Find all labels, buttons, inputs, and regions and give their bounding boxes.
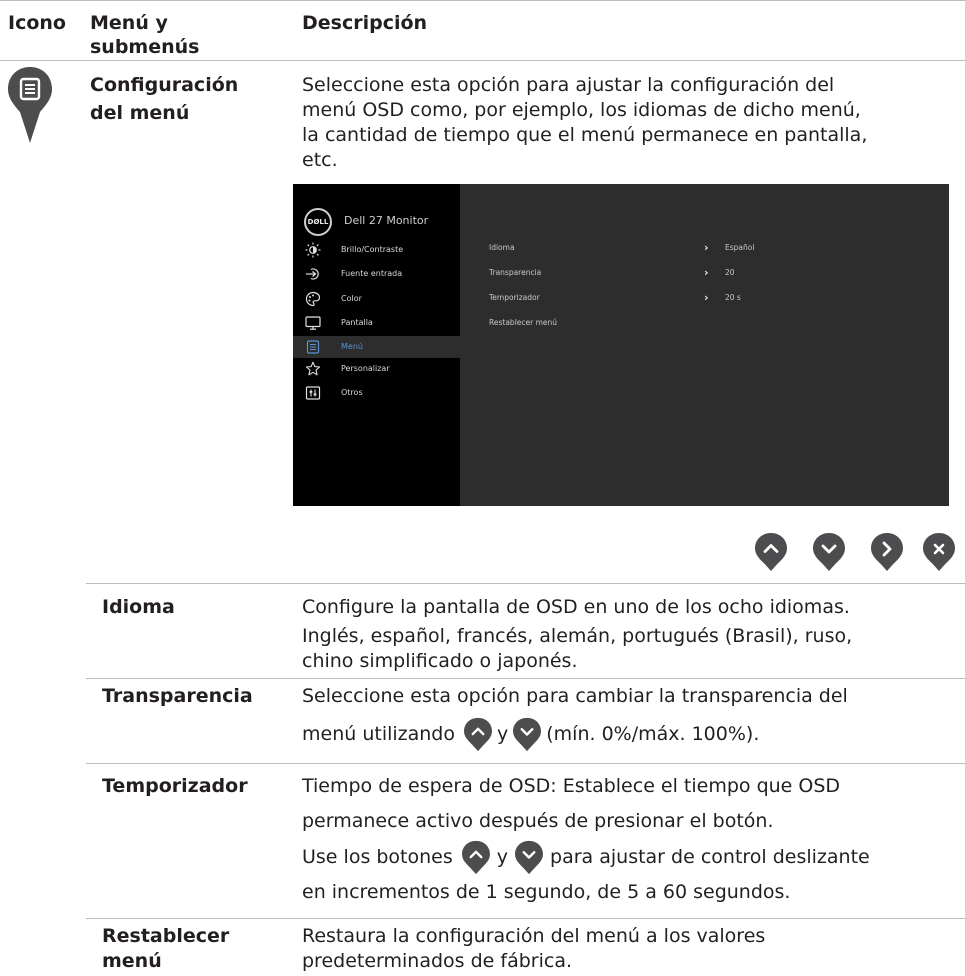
desc-line: Tiempo de espera de OSD: Establece el ti… <box>302 775 841 797</box>
down-pin-icon <box>514 840 544 875</box>
row-name-transparencia: Transparencia <box>102 685 253 707</box>
header-desc-col: Descripción <box>302 12 428 34</box>
osd-menu-label: Pantalla <box>341 318 373 327</box>
header-menu-col: Menú y submenús <box>90 11 199 59</box>
desc-line: Seleccione esta opción para cambiar la t… <box>302 685 848 707</box>
brightness-icon <box>305 242 321 258</box>
osd-setting-temporizador[interactable]: Temporizador › 20 s <box>489 287 929 309</box>
osd-menu-label: Brillo/Contraste <box>341 245 404 254</box>
osd-setting-label: Transparencia <box>489 268 542 277</box>
row-name-restablecer: Restablecer menú <box>102 924 229 974</box>
desc-line: menú OSD como, por ejemplo, los idiomas … <box>302 99 861 121</box>
row-desc-temporizador: Tiempo de espera de OSD: Establece el ti… <box>302 774 962 905</box>
row-rule <box>86 583 965 584</box>
desc-line: Inglés, español, francés, alemán, portug… <box>302 625 853 647</box>
desc-line: predeterminados de fábrica. <box>302 950 573 972</box>
header-menu-line1: Menú y <box>90 12 168 34</box>
row-name-line1: Restablecer <box>102 925 230 947</box>
osd-menu-label: Otros <box>341 388 363 397</box>
osd-setting-label: Idioma <box>489 243 515 252</box>
up-pin-icon <box>463 717 493 752</box>
display-icon <box>305 316 321 330</box>
desc-line: Restaura la configuración del menú a los… <box>302 925 766 947</box>
osd-menu-label: Menú <box>341 342 363 351</box>
main-section-name: Configuración del menú <box>90 73 238 126</box>
osd-menu-item-menu[interactable]: Menú <box>293 336 460 358</box>
main-name-line1: Configuración <box>90 74 239 96</box>
dell-logo: DØLL <box>304 208 332 236</box>
chevron-right-icon: › <box>704 241 709 254</box>
desc-line: Configure la pantalla de OSD en uno de l… <box>302 596 850 618</box>
row-desc-idioma: Configure la pantalla de OSD en uno de l… <box>302 595 962 674</box>
row-rule <box>86 763 965 764</box>
osd-menu-item-otros[interactable]: Otros <box>293 382 460 404</box>
down-pin-icon <box>512 717 542 752</box>
osd-setting-transparencia[interactable]: Transparencia › 20 <box>489 262 929 284</box>
osd-setting-label: Restablecer menú <box>489 318 558 327</box>
osd-setting-value: 20 <box>725 268 735 277</box>
row-name-line2: menú <box>102 950 162 972</box>
row-rule <box>86 918 965 919</box>
menu-pin-icon <box>6 66 54 144</box>
osd-menu-item-brillo[interactable]: Brillo/Contraste <box>293 239 460 261</box>
desc-line: permanece activo después de presionar el… <box>302 810 774 832</box>
osd-menu-label: Personalizar <box>341 364 390 373</box>
osd-setting-idioma[interactable]: Idioma › Español <box>489 237 929 259</box>
desc-line: chino simplificado o japonés. <box>302 650 578 672</box>
osd-setting-label: Temporizador <box>489 293 540 302</box>
close-pin-icon[interactable] <box>922 532 956 572</box>
down-pin-icon[interactable] <box>812 532 846 572</box>
osd-menu-label: Fuente entrada <box>341 269 403 278</box>
osd-menu-label: Color <box>341 294 362 303</box>
chevron-right-icon: › <box>704 291 709 304</box>
osd-menu-item-color[interactable]: Color <box>293 288 460 310</box>
osd-menu-item-personalizar[interactable]: Personalizar <box>293 358 460 380</box>
desc-line: Seleccione esta opción para ajustar la c… <box>302 74 835 96</box>
desc-line: la cantidad de tiempo que el menú perman… <box>302 124 868 146</box>
top-rule <box>0 0 965 1</box>
right-pin-icon[interactable] <box>870 532 904 572</box>
osd-setting-value: 20 s <box>725 293 741 302</box>
up-pin-icon[interactable] <box>754 532 788 572</box>
input-source-icon <box>306 268 319 280</box>
row-name-idioma: Idioma <box>102 596 175 618</box>
header-icon-col: Icono <box>8 12 66 34</box>
osd-menu-item-pantalla[interactable]: Pantalla <box>293 312 460 334</box>
header-menu-line2: submenús <box>90 36 200 58</box>
row-rule <box>86 678 965 679</box>
menu-icon <box>306 340 320 354</box>
row-name-temporizador: Temporizador <box>102 775 248 797</box>
osd-screenshot: DØLL Dell 27 Monitor Brillo/Contraste Fu… <box>293 184 949 506</box>
color-palette-icon <box>305 291 321 307</box>
desc-line: etc. <box>302 149 338 171</box>
up-pin-icon <box>461 840 491 875</box>
main-description: Seleccione esta opción para ajustar la c… <box>302 73 962 173</box>
row-desc-restablecer: Restaura la configuración del menú a los… <box>302 924 962 974</box>
main-name-line2: del menú <box>90 102 190 124</box>
osd-menu-item-fuente[interactable]: Fuente entrada <box>293 263 460 285</box>
osd-setting-restablecer[interactable]: Restablecer menú <box>489 312 929 334</box>
osd-model-name: Dell 27 Monitor <box>344 214 429 227</box>
desc-line: menú utilizando y (mín. 0%/máx. 100%). <box>302 716 962 752</box>
osd-sidebar: DØLL Dell 27 Monitor Brillo/Contraste Fu… <box>293 184 460 506</box>
chevron-right-icon: › <box>704 266 709 279</box>
star-icon <box>305 361 321 376</box>
desc-line: en incrementos de 1 segundo, de 5 a 60 s… <box>302 881 791 903</box>
others-icon <box>305 386 321 400</box>
header-rule <box>0 60 965 61</box>
osd-setting-value: Español <box>725 243 755 252</box>
row-desc-transparencia: Seleccione esta opción para cambiar la t… <box>302 684 962 752</box>
desc-line: Use los botones y para ajustar de contro… <box>302 838 962 876</box>
